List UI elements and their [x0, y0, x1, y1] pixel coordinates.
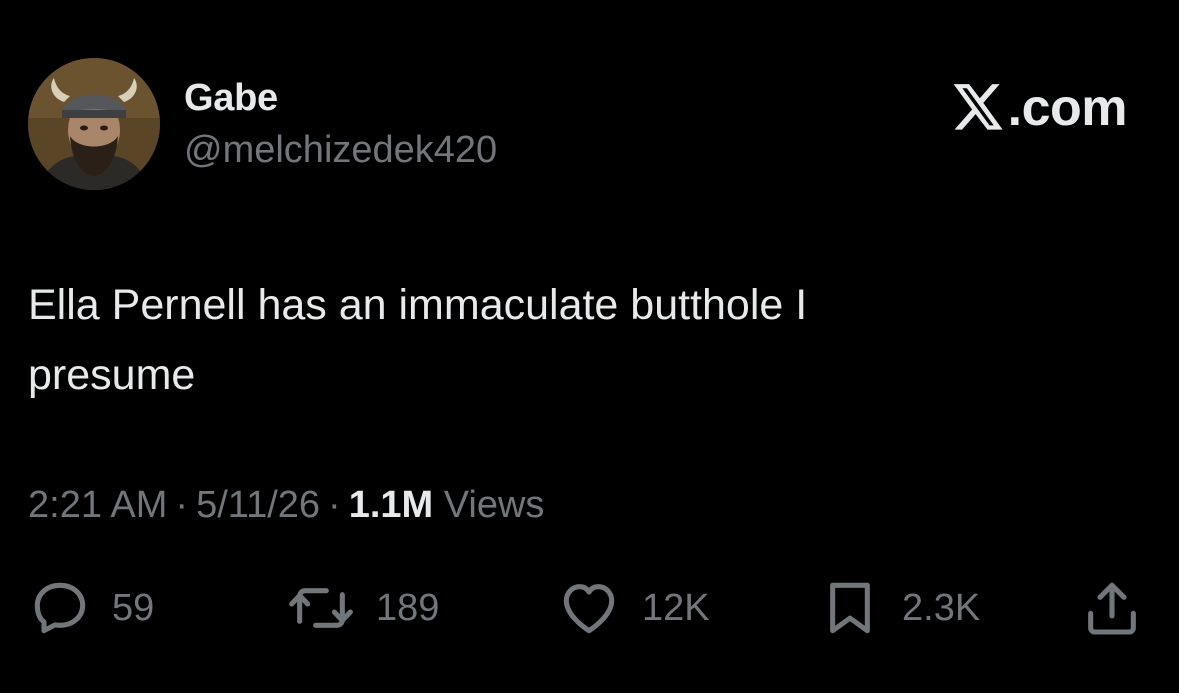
meta-separator: ·	[328, 484, 341, 526]
like-button[interactable]: 12K	[556, 572, 710, 644]
bookmark-button[interactable]: 2.3K	[818, 572, 980, 644]
reply-icon	[34, 582, 86, 634]
meta-separator: ·	[175, 484, 189, 526]
tweet-date[interactable]: 5/11/26	[196, 484, 320, 526]
views-count: 1.1M	[348, 484, 434, 526]
avatar-image	[28, 58, 160, 190]
bookmark-icon	[830, 582, 870, 634]
author-display-name[interactable]: Gabe	[184, 76, 278, 120]
repost-button[interactable]: 189	[286, 572, 439, 644]
share-button[interactable]	[1080, 572, 1144, 644]
avatar[interactable]	[28, 58, 160, 190]
share-icon	[1088, 582, 1136, 635]
brand-domain-text: .com	[1007, 79, 1128, 137]
action-bar: 59 189 12K 2.3K	[0, 572, 1179, 644]
bookmark-count: 2.3K	[902, 587, 981, 629]
like-count: 12K	[642, 587, 710, 629]
views-label: Views	[443, 484, 545, 526]
heart-icon	[563, 584, 615, 634]
author-handle[interactable]: @melchizedek420	[184, 128, 497, 172]
tweet-text-line: Ella Pernell has an immaculate butthole …	[28, 281, 808, 329]
tweet-meta: 2:21 AM · 5/11/26 · 1.1M Views	[28, 480, 544, 530]
tweet-card: Gabe @melchizedek420 .com Ella Pernell h…	[0, 0, 1179, 693]
x-logo-icon	[953, 84, 1003, 130]
repost-count: 189	[376, 587, 440, 629]
brand-watermark: .com	[950, 76, 1128, 140]
tweet-time[interactable]: 2:21 AM	[28, 484, 167, 526]
tweet-text: Ella Pernell has an immaculate butthole …	[28, 270, 1028, 410]
repost-icon	[289, 588, 353, 628]
tweet-text-line: presume	[28, 351, 196, 399]
reply-button[interactable]: 59	[28, 572, 154, 644]
reply-count: 59	[112, 587, 155, 629]
